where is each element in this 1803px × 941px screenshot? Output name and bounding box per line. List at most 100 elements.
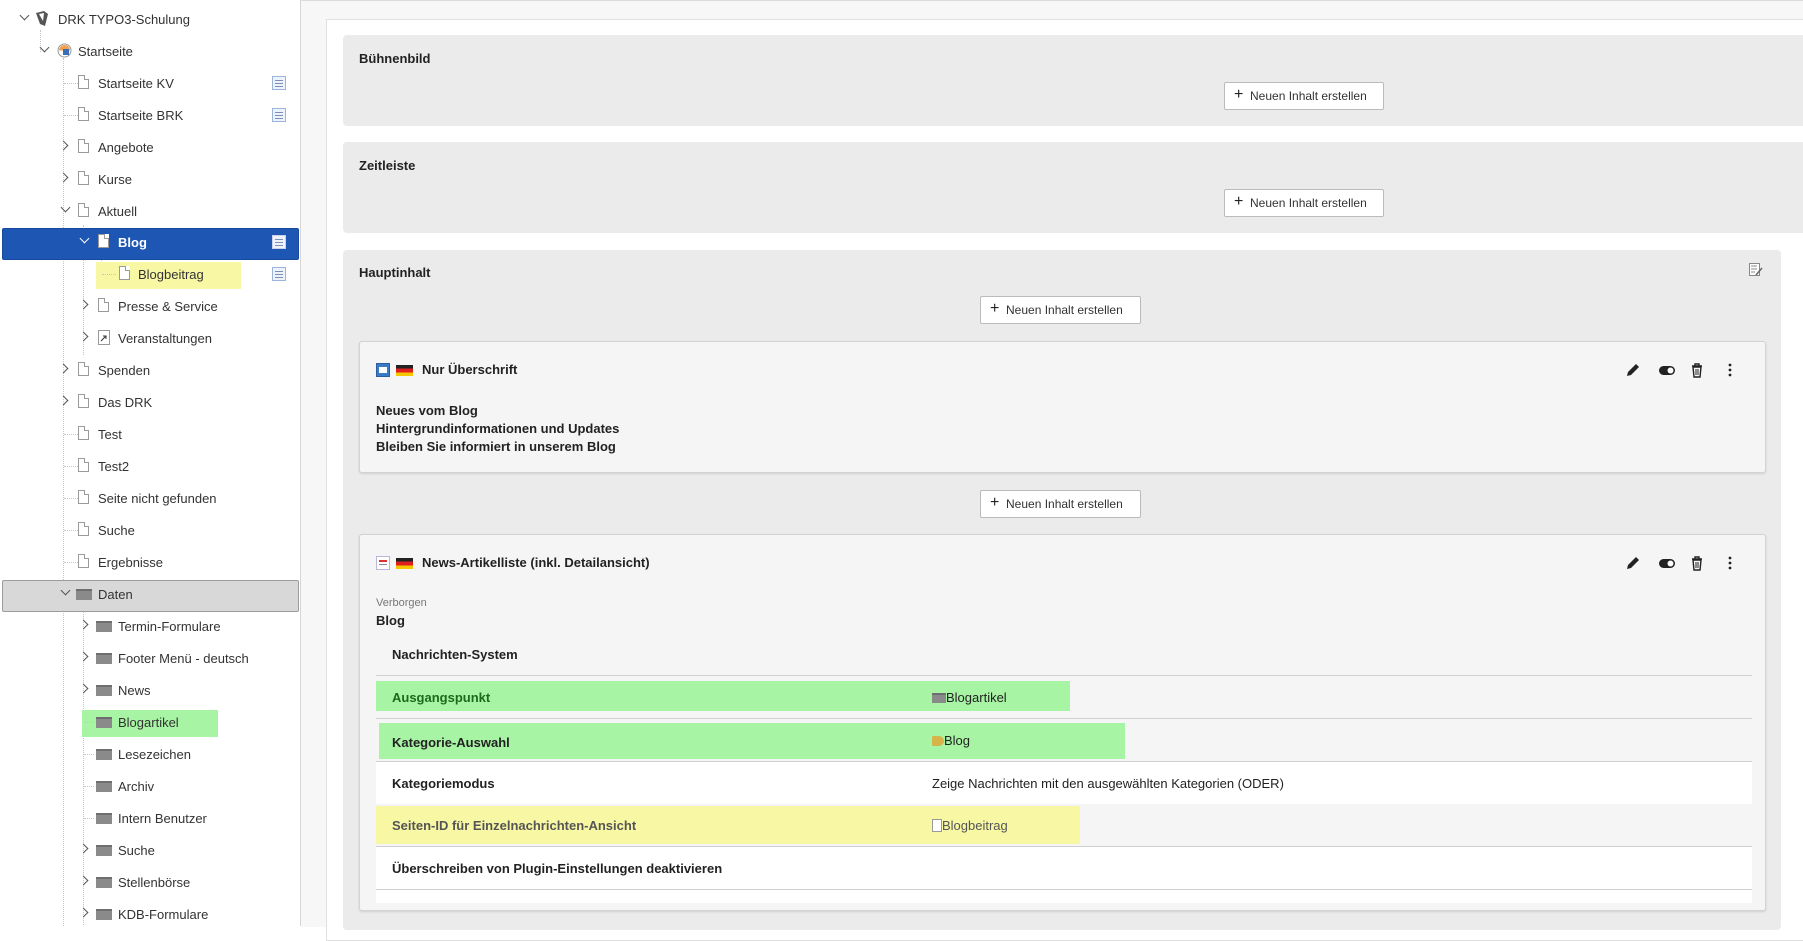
tree-node-startseite[interactable]: Startseite: [0, 36, 300, 66]
settings-key: Kategorie-Auswahl: [392, 735, 510, 750]
tree-node-daten[interactable]: Daten: [0, 579, 300, 612]
header-preview: Neues vom Blog Hintergrundinformationen …: [376, 402, 619, 456]
column-zeitleiste: Zeitleiste Neuen Inhalt erstellen: [343, 142, 1803, 233]
toggle-visibility-icon[interactable]: [1658, 362, 1675, 378]
more-options-icon[interactable]: [1722, 362, 1738, 378]
tree-node-root[interactable]: DRK TYPO3-Schulung: [0, 4, 300, 34]
shortcut-page-icon: [98, 330, 111, 348]
chevron-down-icon[interactable]: [60, 202, 71, 213]
selection-highlight: [2, 228, 299, 260]
tree-node-intern-benutzer[interactable]: Intern Benutzer: [0, 803, 300, 833]
edit-pencil-icon[interactable]: [1625, 555, 1641, 571]
chevron-down-icon[interactable]: [19, 10, 30, 21]
tree-node-presse-service[interactable]: Presse & Service: [0, 291, 300, 321]
new-content-button[interactable]: Neuen Inhalt erstellen: [1224, 82, 1384, 110]
tree-node-blog[interactable]: Blog: [0, 227, 300, 260]
tree-node-label: Intern Benutzer: [118, 811, 207, 826]
news-plugin-icon: [376, 556, 390, 570]
page-module: Bühnenbild Neuen Inhalt erstellen Zeitle…: [301, 0, 1803, 941]
tree-node-archiv[interactable]: Archiv: [0, 771, 300, 801]
page-icon: [78, 522, 89, 536]
delete-trash-icon[interactable]: [1689, 362, 1705, 378]
page-icon: [78, 75, 89, 89]
tree-node-startseite-kv[interactable]: Startseite KV: [0, 68, 300, 98]
tree-node-test[interactable]: Test: [0, 419, 300, 449]
tree-node-startseite-brk[interactable]: Startseite BRK: [0, 100, 300, 130]
edit-column-icon[interactable]: [1749, 263, 1763, 277]
page-icon: [119, 266, 130, 280]
tree-node-termin-formulare[interactable]: Termin-Formulare: [0, 611, 300, 641]
chevron-down-icon[interactable]: [39, 42, 50, 53]
tree-node-ergebnisse[interactable]: Ergebnisse: [0, 547, 300, 577]
page-icon: [78, 171, 89, 185]
tree-node-blogbeitrag[interactable]: Blogbeitrag: [0, 259, 300, 289]
column-hauptinhalt: Hauptinhalt Neuen Inhalt erstellen Nur Ü…: [343, 250, 1781, 930]
chevron-right-icon[interactable]: [78, 331, 89, 342]
chevron-right-icon[interactable]: [78, 299, 89, 310]
toggle-visibility-icon[interactable]: [1658, 555, 1675, 571]
chevron-right-icon[interactable]: [78, 651, 89, 662]
tree-node-lesezeichen[interactable]: Lesezeichen: [0, 739, 300, 769]
chevron-right-icon[interactable]: [78, 843, 89, 854]
chevron-right-icon[interactable]: [78, 875, 89, 886]
tree-node-suche[interactable]: Suche: [0, 515, 300, 545]
new-content-button[interactable]: Neuen Inhalt erstellen: [980, 296, 1141, 324]
tree-node-label: Presse & Service: [118, 299, 218, 314]
settings-row: Kategorie-Auswahl Blog: [376, 719, 1752, 762]
tree-node-test2[interactable]: Test2: [0, 451, 300, 481]
folder-icon: [932, 693, 946, 703]
folder-icon: [96, 621, 112, 632]
page-icon: [98, 298, 109, 312]
globe-page-icon: [57, 43, 72, 61]
folder-icon: [96, 749, 112, 760]
tree-node-veranstaltungen[interactable]: Veranstaltungen: [0, 323, 300, 353]
tree-node-blogartikel[interactable]: Blogartikel: [0, 707, 300, 737]
tree-node-label: Startseite: [78, 44, 133, 59]
tree-node-label: KDB-Formulare: [118, 907, 209, 922]
tree-node-label: Suche: [118, 843, 155, 858]
chevron-right-icon[interactable]: [78, 907, 89, 918]
new-content-button[interactable]: Neuen Inhalt erstellen: [980, 490, 1141, 518]
tree-node-kurse[interactable]: Kurse: [0, 164, 300, 194]
chevron-right-icon[interactable]: [78, 683, 89, 694]
folder-icon: [96, 845, 112, 856]
chevron-right-icon[interactable]: [58, 140, 69, 151]
tree-node-label: Spenden: [98, 363, 151, 378]
tree-node-news[interactable]: News: [0, 675, 300, 705]
page-icon: [78, 362, 89, 376]
edit-pencil-icon[interactable]: [1625, 362, 1641, 378]
chevron-right-icon[interactable]: [58, 363, 69, 374]
tree-node-das-drk[interactable]: Das DRK: [0, 387, 300, 417]
chevron-right-icon[interactable]: [58, 172, 69, 183]
tree-node-kdb-formulare[interactable]: KDB-Formulare: [0, 899, 300, 926]
tree-node-footer-menue[interactable]: Footer Menü - deutsch: [0, 643, 300, 673]
column-title: Bühnenbild: [359, 51, 431, 66]
chevron-right-icon[interactable]: [78, 619, 89, 630]
more-options-icon[interactable]: [1722, 555, 1738, 571]
tree-node-spenden[interactable]: Spenden: [0, 355, 300, 385]
delete-trash-icon[interactable]: [1689, 555, 1705, 571]
page-icon: [78, 394, 89, 408]
page-tree[interactable]: DRK TYPO3-Schulung Startseite Startseite…: [0, 0, 301, 926]
tree-node-label: Blogartikel: [118, 715, 179, 730]
tree-node-label: Blogbeitrag: [138, 267, 204, 282]
settings-value: Blogbeitrag: [932, 818, 1008, 833]
content-element-header[interactable]: Nur Überschrift Neues vom Blog Hintergru…: [359, 341, 1766, 473]
tree-node-seite-nicht-gefunden[interactable]: Seite nicht gefunden: [0, 483, 300, 513]
header-line: Bleiben Sie informiert in unserem Blog: [376, 439, 616, 454]
tree-node-stellenboerse[interactable]: Stellenbörse: [0, 867, 300, 897]
tree-node-label: Test2: [98, 459, 130, 474]
settings-value-text: Blogbeitrag: [942, 818, 1008, 833]
tree-node-angebote[interactable]: Angebote: [0, 132, 300, 162]
tree-node-label: Daten: [98, 587, 133, 602]
tree-node-aktuell[interactable]: Aktuell: [0, 196, 300, 226]
content-element-news-list[interactable]: News-Artikelliste (inkl. Detailansicht) …: [359, 534, 1766, 911]
tree-node-label: Startseite BRK: [98, 108, 184, 123]
settings-value: Blogartikel: [932, 690, 1007, 705]
folder-icon: [96, 717, 112, 728]
page-icon: [98, 234, 109, 248]
new-content-button[interactable]: Neuen Inhalt erstellen: [1224, 189, 1384, 217]
settings-key: Ausgangspunkt: [392, 690, 491, 705]
chevron-right-icon[interactable]: [58, 395, 69, 406]
tree-node-suche-folder[interactable]: Suche: [0, 835, 300, 865]
